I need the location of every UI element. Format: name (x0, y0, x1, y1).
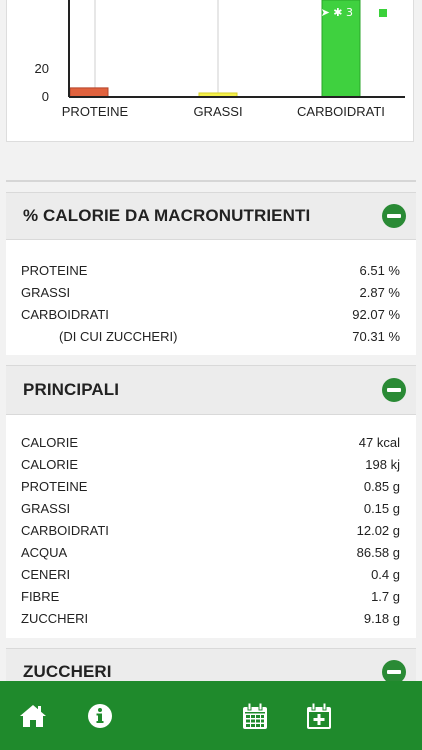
section-title: ZUCCHERI (23, 662, 112, 681)
nutrient-label: FIBRE (21, 589, 60, 604)
macronutrient-bar-chart: 0 20 PROTEINE GRASSI CARBOIDRATI (35, 0, 405, 119)
nutrient-value: 198 kj (365, 457, 400, 472)
divider (6, 180, 416, 182)
nutrient-value: 9.18 g (363, 611, 400, 626)
home-icon[interactable] (18, 701, 48, 731)
nutrient-row: ACQUA 86.58 g (6, 542, 416, 564)
nutrient-label: ZUCCHERI (21, 611, 89, 626)
section-title: % CALORIE DA MACRONUTRIENTI (23, 206, 311, 225)
x-tick-label: PROTEINE (62, 104, 129, 119)
nutrient-label: (DI CUI ZUCCHERI) (59, 329, 178, 344)
nutrient-row: CARBOIDRATI 12.02 g (6, 520, 416, 542)
nutrient-value: 86.58 g (356, 545, 400, 560)
nutrient-label: CALORIE (21, 457, 79, 472)
nutrient-row: CALORIE 47 kcal (6, 432, 416, 454)
collapse-minus-icon[interactable] (382, 204, 406, 228)
nutrient-value: 6.51 % (359, 263, 400, 278)
bottom-nav-bar (0, 681, 422, 750)
status-indicator (379, 9, 387, 17)
nutrient-label: CARBOIDRATI (21, 523, 109, 538)
macronutrient-chart-card: 0 20 PROTEINE GRASSI CARBOIDRATI ➤ ✱ 3 (6, 0, 414, 142)
principali-section: PRINCIPALI CALORIE 47 kcal CALORIE 198 k… (6, 365, 416, 638)
nutrient-label: GRASSI (21, 285, 71, 300)
principali-section-header[interactable]: PRINCIPALI (6, 365, 416, 415)
section-title: PRINCIPALI (23, 380, 120, 399)
nutrient-row: CALORIE 198 kj (6, 454, 416, 476)
nutrient-row: ZUCCHERI 9.18 g (6, 608, 416, 630)
macro-section-header[interactable]: % CALORIE DA MACRONUTRIENTI (6, 192, 416, 240)
calendar-icon[interactable] (240, 701, 270, 731)
macro-section: % CALORIE DA MACRONUTRIENTI PROTEINE 6.5… (6, 192, 416, 355)
nutrient-label: CALORIE (21, 435, 79, 450)
nutrient-value: 2.87 % (359, 285, 400, 300)
calendar-add-icon[interactable] (304, 701, 334, 731)
nutrient-row: (DI CUI ZUCCHERI) 70.31 % (6, 326, 416, 348)
nutrient-label: CENERI (21, 567, 71, 582)
nutrient-row: PROTEINE 0.85 g (6, 476, 416, 498)
y-tick-label: 0 (42, 89, 49, 104)
nutrient-row: CARBOIDRATI 92.07 % (6, 304, 416, 326)
status-icons: ➤ ✱ 3 (320, 6, 353, 19)
nutrient-label: CARBOIDRATI (21, 307, 109, 322)
x-tick-label: CARBOIDRATI (297, 104, 385, 119)
nutrient-row: GRASSI 2.87 % (6, 282, 416, 304)
collapse-minus-icon[interactable] (382, 378, 406, 402)
bar-proteine (69, 87, 109, 98)
nutrient-value: 0.15 g (363, 501, 400, 516)
nutrient-row: CENERI 0.4 g (6, 564, 416, 586)
x-tick-label: GRASSI (193, 104, 242, 119)
nutrient-value: 70.31 % (352, 329, 400, 344)
nutrient-label: GRASSI (21, 501, 71, 516)
nutrient-label: PROTEINE (21, 263, 88, 278)
nutrient-value: 1.7 g (371, 589, 400, 604)
nutrient-value: 92.07 % (352, 307, 400, 322)
nutrient-row: FIBRE 1.7 g (6, 586, 416, 608)
nutrient-value: 0.4 g (371, 567, 400, 582)
nutrient-label: ACQUA (21, 545, 68, 560)
nutrient-value: 47 kcal (358, 435, 400, 450)
info-icon[interactable] (85, 701, 115, 731)
nutrient-row: GRASSI 0.15 g (6, 498, 416, 520)
nutrient-row: PROTEINE 6.51 % (6, 260, 416, 282)
nutrient-label: PROTEINE (21, 479, 88, 494)
nutrient-value: 0.85 g (363, 479, 400, 494)
y-tick-label: 20 (35, 61, 49, 76)
nutrient-value: 12.02 g (356, 523, 400, 538)
